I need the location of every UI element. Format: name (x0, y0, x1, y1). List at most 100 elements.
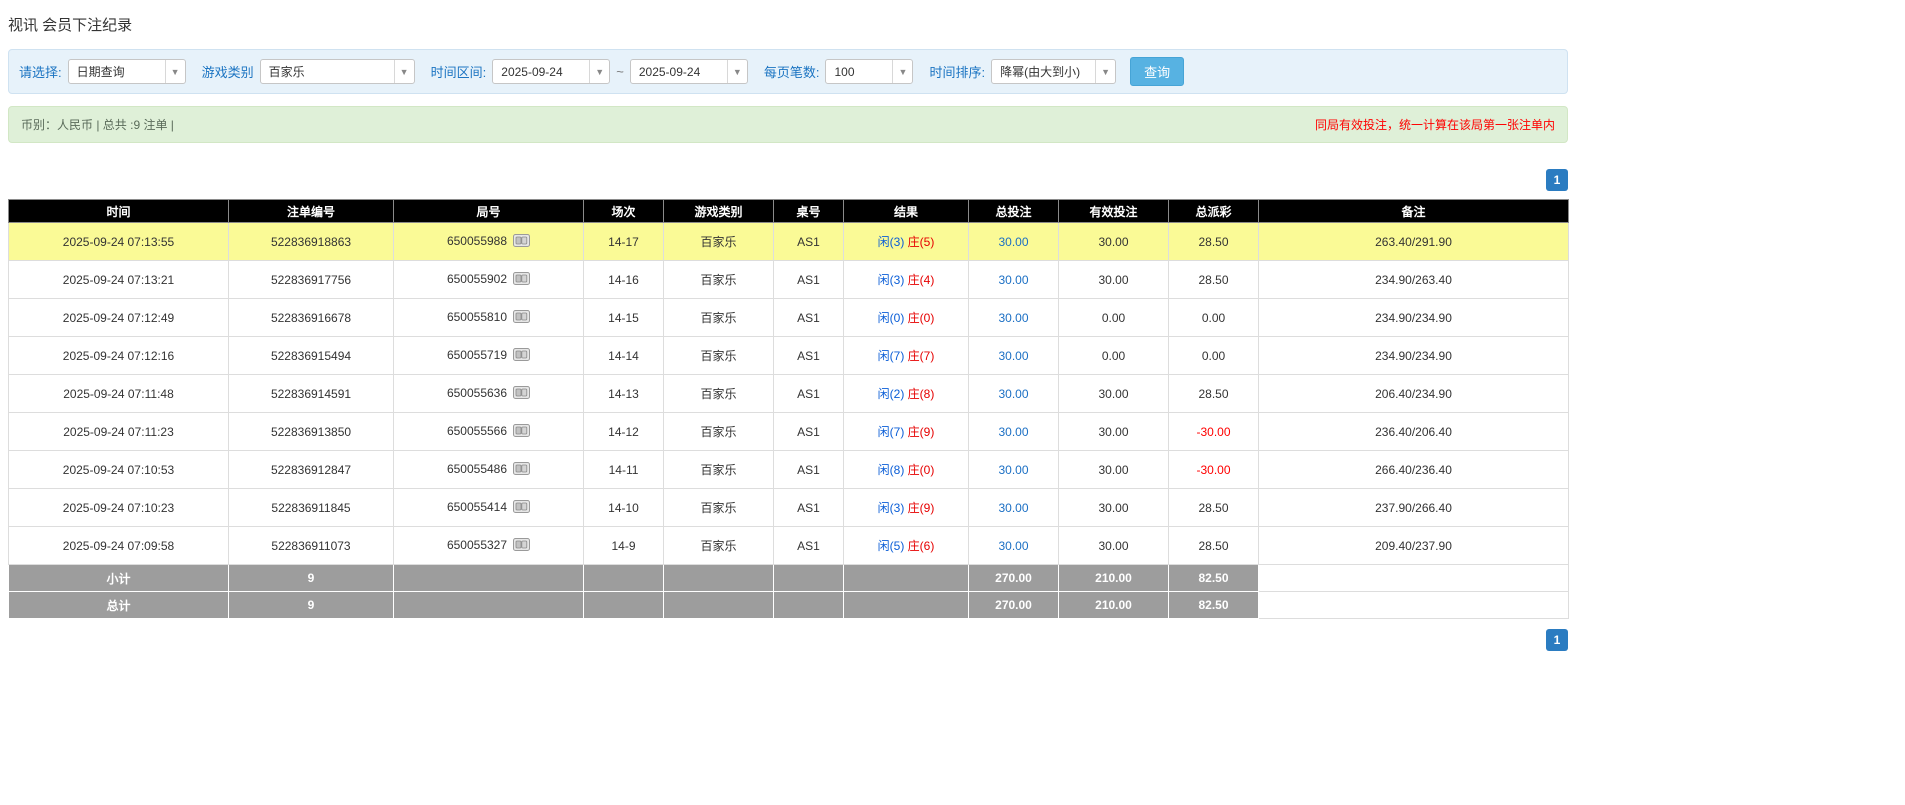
date-from-select[interactable]: 2025-09-24 ▼ (492, 59, 611, 84)
cell-time: 2025-09-24 07:13:21 (8, 260, 229, 299)
sort-select[interactable]: 降幂(由大到小) ▼ (991, 59, 1117, 84)
cell-bet-id: 522836915494 (228, 336, 394, 375)
col-header-round: 局号 (393, 199, 584, 223)
cell-session: 14-10 (583, 488, 664, 527)
table-row: 2025-09-24 07:10:23 522836911845 6500554… (8, 488, 1569, 527)
query-type-select[interactable]: 日期查询 ▼ (67, 59, 186, 84)
cell-payout: 0.00 (1168, 336, 1259, 375)
grand-total-total-bet: 270.00 (968, 591, 1059, 619)
subtotal-payout: 82.50 (1168, 564, 1259, 592)
round-result-cards-icon[interactable] (513, 233, 531, 250)
table-row: 2025-09-24 07:11:23 522836913850 6500555… (8, 412, 1569, 451)
round-result-cards-icon[interactable] (513, 385, 531, 402)
round-result-cards-icon[interactable] (513, 309, 531, 326)
cell-note: 234.90/263.40 (1258, 260, 1569, 299)
cell-bet-id: 522836912847 (228, 450, 394, 489)
cell-session: 14-13 (583, 374, 664, 413)
cell-game-type: 百家乐 (663, 298, 774, 337)
result-banker: 庄(4) (907, 273, 935, 287)
cell-game-type: 百家乐 (663, 412, 774, 451)
cell-payout: 28.50 (1168, 488, 1259, 527)
chevron-down-icon: ▼ (726, 60, 747, 83)
cell-bet-id: 522836916678 (228, 298, 394, 337)
page-1-button[interactable]: 1 (1546, 169, 1568, 191)
cell-note: 236.40/206.40 (1258, 412, 1569, 451)
col-header-note: 备注 (1258, 199, 1569, 223)
page-size-select[interactable]: 100 ▼ (825, 59, 914, 84)
table-body: 2025-09-24 07:13:55 522836918863 6500559… (8, 222, 1569, 565)
col-header-payout: 总派彩 (1168, 199, 1259, 223)
cell-total-bet: 30.00 (968, 488, 1059, 527)
result-banker: 庄(9) (907, 425, 935, 439)
cell-game-type: 百家乐 (663, 526, 774, 565)
round-number: 650055327 (446, 537, 508, 552)
round-number: 650055810 (446, 309, 508, 324)
total-bet-link[interactable]: 30.00 (998, 425, 1028, 439)
game-type-select[interactable]: 百家乐 ▼ (259, 59, 415, 84)
page-1-button[interactable]: 1 (1546, 629, 1568, 651)
table-row: 2025-09-24 07:13:55 522836918863 6500559… (8, 222, 1569, 261)
cell-time: 2025-09-24 07:10:23 (8, 488, 229, 527)
round-result-cards-icon[interactable] (513, 347, 531, 364)
grand-total-payout: 82.50 (1168, 591, 1259, 619)
result-player: 闲(7) (877, 349, 905, 363)
cell-table-no: AS1 (773, 260, 844, 299)
total-bet-link[interactable]: 30.00 (998, 311, 1028, 325)
cell-result: 闲(8) 庄(0) (843, 450, 969, 489)
result-player: 闲(3) (877, 501, 905, 515)
date-to-select[interactable]: 2025-09-24 ▼ (629, 59, 748, 84)
total-bet-link[interactable]: 30.00 (998, 463, 1028, 477)
cell-result: 闲(2) 庄(8) (843, 374, 969, 413)
cell-result: 闲(3) 庄(4) (843, 260, 969, 299)
cell-table-no: AS1 (773, 526, 844, 565)
grand-total-valid-bet: 210.00 (1058, 591, 1169, 619)
cell-bet-id: 522836913850 (228, 412, 394, 451)
cell-session: 14-16 (583, 260, 664, 299)
cell-table-no: AS1 (773, 488, 844, 527)
round-result-cards-icon[interactable] (513, 499, 531, 516)
chevron-down-icon: ▼ (393, 60, 414, 83)
query-type-value: 日期查询 (76, 65, 125, 79)
round-result-cards-icon[interactable] (513, 271, 531, 288)
round-result-cards-icon[interactable] (513, 537, 531, 554)
summary-bar: 币别：人民币 | 总共 :9 注单 | 同局有效投注，统一计算在该局第一张注单内 (8, 106, 1568, 143)
round-result-cards-icon[interactable] (513, 423, 531, 440)
cell-payout: -30.00 (1168, 450, 1259, 489)
cell-valid-bet: 0.00 (1058, 298, 1169, 337)
page-size-value: 100 (834, 64, 855, 79)
table-row: 2025-09-24 07:09:58 522836911073 6500553… (8, 526, 1569, 565)
total-bet-link[interactable]: 30.00 (998, 501, 1028, 515)
cell-bet-id: 522836911845 (228, 488, 394, 527)
total-bet-link[interactable]: 30.00 (998, 235, 1028, 249)
table-header-row: 时间 注单编号 局号 场次 游戏类别 桌号 结果 总投注 有效投注 总派彩 备注 (8, 199, 1569, 223)
cell-payout: 0.00 (1168, 298, 1259, 337)
cell-payout: 28.50 (1168, 374, 1259, 413)
total-bet-link[interactable]: 30.00 (998, 349, 1028, 363)
cell-valid-bet: 30.00 (1058, 412, 1169, 451)
table-row: 2025-09-24 07:11:48 522836914591 6500556… (8, 374, 1569, 413)
cell-result: 闲(3) 庄(5) (843, 222, 969, 261)
search-button[interactable]: 查询 (1130, 57, 1185, 86)
total-bet-link[interactable]: 30.00 (998, 387, 1028, 401)
total-bet-link[interactable]: 30.00 (998, 273, 1028, 287)
cell-session: 14-17 (583, 222, 664, 261)
result-banker: 庄(0) (907, 311, 935, 325)
cell-valid-bet: 30.00 (1058, 526, 1169, 565)
page-size-label: 每页笔数: (763, 65, 820, 80)
total-bet-link[interactable]: 30.00 (998, 539, 1028, 553)
cell-time: 2025-09-24 07:10:53 (8, 450, 229, 489)
range-separator: ~ (616, 64, 624, 79)
cell-note: 266.40/236.40 (1258, 450, 1569, 489)
game-type-value: 百家乐 (268, 65, 305, 79)
round-number: 650055486 (446, 461, 508, 476)
cell-total-bet: 30.00 (968, 336, 1059, 375)
currency-summary-text: 币别：人民币 | 总共 :9 注单 | (21, 118, 174, 132)
cell-total-bet: 30.00 (968, 526, 1059, 565)
result-banker: 庄(0) (907, 463, 935, 477)
round-result-cards-icon[interactable] (513, 461, 531, 478)
cell-result: 闲(0) 庄(0) (843, 298, 969, 337)
cell-round: 650055566 (393, 412, 584, 451)
result-banker: 庄(9) (907, 501, 935, 515)
cell-game-type: 百家乐 (663, 260, 774, 299)
cell-bet-id: 522836917756 (228, 260, 394, 299)
